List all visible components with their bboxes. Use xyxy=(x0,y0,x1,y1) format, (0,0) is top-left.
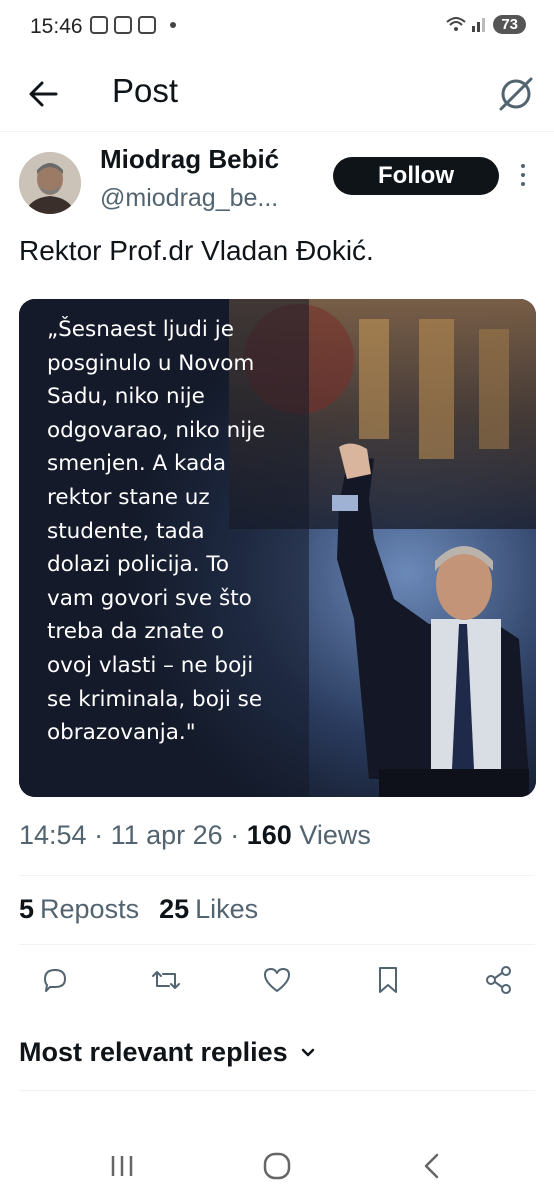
recent-apps-icon xyxy=(111,1156,133,1176)
avatar[interactable] xyxy=(19,152,81,214)
post-meta: 14:54 · 11 apr 26 · 160 Views xyxy=(19,820,371,851)
wifi-signal-icon xyxy=(446,17,486,32)
dot-icon xyxy=(521,182,525,186)
repost-icon xyxy=(152,971,180,989)
notification-icons xyxy=(90,16,176,34)
tweet-image[interactable]: „Šesnaest ljudi je posginulo u Novom Sad… xyxy=(19,299,536,797)
system-nav-bar xyxy=(0,1132,554,1200)
share-button[interactable] xyxy=(481,962,517,998)
status-bar: 15:46 73 xyxy=(0,0,554,58)
replies-sort-dropdown[interactable]: Most relevant replies xyxy=(19,1037,316,1068)
back-chevron-icon xyxy=(424,1153,439,1179)
reply-button[interactable] xyxy=(37,962,73,998)
views-label: Views xyxy=(299,820,371,850)
status-right: 73 xyxy=(445,14,526,34)
instagram-icon xyxy=(138,16,156,34)
share-icon xyxy=(486,966,511,994)
divider xyxy=(19,944,535,945)
grok-icon xyxy=(499,77,533,111)
status-time: 15:46 xyxy=(30,15,83,38)
reply-icon xyxy=(44,969,66,992)
divider xyxy=(19,875,535,876)
grok-button[interactable] xyxy=(494,72,538,116)
like-button[interactable] xyxy=(259,962,295,998)
header: Post xyxy=(0,58,554,132)
post-time: 14:54 xyxy=(19,820,87,850)
calendar-icon xyxy=(114,16,132,34)
post-date: 11 apr 26 xyxy=(110,820,223,850)
replies-heading: Most relevant replies xyxy=(19,1037,288,1067)
arrow-left-icon xyxy=(29,81,58,107)
reposts-label: Reposts xyxy=(40,894,140,924)
recent-apps-button[interactable] xyxy=(102,1148,142,1184)
back-nav-button[interactable] xyxy=(412,1148,452,1184)
likes-count: 25 xyxy=(159,894,190,924)
dot-icon xyxy=(521,173,525,177)
like-icon xyxy=(264,968,290,992)
home-icon xyxy=(263,1152,291,1180)
chevron-down-icon xyxy=(301,1048,314,1056)
reposts-stat[interactable]: 5 Reposts xyxy=(19,894,139,925)
action-bar xyxy=(37,962,517,998)
likes-stat[interactable]: 25 Likes xyxy=(159,894,258,925)
battery-indicator: 73 xyxy=(493,14,526,34)
image-quote-text: „Šesnaest ljudi je posginulo u Novom Sad… xyxy=(47,317,266,746)
bookmark-button[interactable] xyxy=(370,962,406,998)
repost-button[interactable] xyxy=(148,962,184,998)
more-notifications-icon xyxy=(170,22,176,28)
likes-label: Likes xyxy=(195,894,259,924)
author-handle[interactable]: @miodrag_be... xyxy=(100,184,278,213)
page-title: Post xyxy=(112,72,179,109)
back-button[interactable] xyxy=(22,72,66,116)
tweet-text: Rektor Prof.dr Vladan Đokić. xyxy=(19,235,374,266)
views-count: 160 xyxy=(246,820,292,850)
home-button[interactable] xyxy=(257,1148,297,1184)
author-name[interactable]: Miodrag Bebić xyxy=(100,144,279,175)
screenshot-icon xyxy=(90,16,108,34)
post-stats: 5 Reposts 25 Likes xyxy=(19,894,258,925)
follow-button[interactable]: Follow xyxy=(333,157,499,195)
reposts-count: 5 xyxy=(19,894,35,924)
bookmark-icon xyxy=(379,967,397,993)
meta-separator: · xyxy=(94,820,104,850)
divider xyxy=(19,1090,535,1091)
dot-icon xyxy=(521,164,525,168)
more-options-button[interactable] xyxy=(514,164,532,190)
avatar-image xyxy=(19,152,81,214)
meta-separator: · xyxy=(230,820,240,850)
